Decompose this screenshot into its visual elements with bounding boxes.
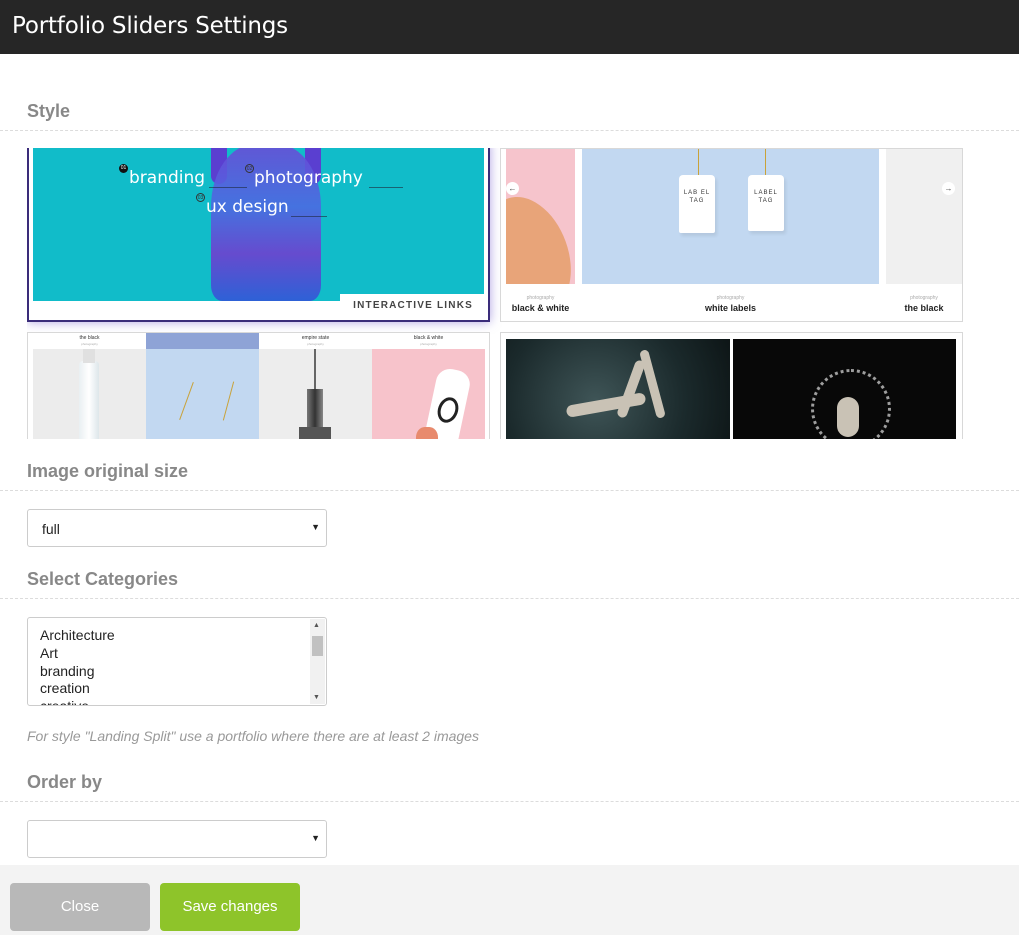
listbox-scrollbar[interactable]: ▲ ▼	[310, 619, 325, 704]
style-option-carousel[interactable]: LAB EL TAG LABEL TAG ← → photography bla…	[500, 148, 963, 322]
hand-graphic	[416, 427, 438, 439]
link-label-ux-design: ux design	[206, 197, 289, 217]
caption-title: white labels	[704, 303, 757, 313]
caption-title: the black	[904, 303, 944, 313]
arm-graphic	[506, 184, 575, 284]
slide-caption: photography the black	[886, 295, 962, 313]
column-image	[146, 333, 259, 439]
link-label-photography: photography	[254, 168, 363, 188]
category-option[interactable]: Architecture	[40, 627, 115, 643]
split-image-left	[506, 339, 730, 439]
order-by-section-title: Order by	[27, 772, 103, 792]
column-subtitle: photography	[307, 342, 324, 346]
column-subtitle: photography	[81, 342, 98, 346]
category-option[interactable]: creation	[40, 680, 90, 696]
category-option[interactable]: branding	[40, 663, 95, 679]
link-number: 02	[245, 164, 254, 173]
caption-category: photography	[526, 295, 555, 301]
column-subtitle: photography	[420, 342, 437, 346]
categories-section-title: Select Categories	[27, 569, 179, 589]
order-by-select[interactable]: ▼	[27, 820, 327, 858]
dancer-leg-graphic	[639, 349, 666, 419]
chevron-down-icon: ▼	[311, 833, 320, 843]
dancer-leg-graphic	[616, 359, 646, 419]
link-underline	[369, 187, 403, 188]
column-title: the black	[79, 335, 100, 341]
column-image	[372, 349, 485, 439]
scroll-up-icon[interactable]: ▲	[313, 622, 320, 629]
modal-title: Portfolio Sliders Settings	[12, 13, 288, 39]
caption-category: photography	[910, 295, 938, 301]
link-number: 01	[119, 164, 128, 173]
thumbnail-image: 01 branding 02 photography 03 ux design	[33, 148, 484, 301]
carousel-next-icon: →	[942, 182, 955, 195]
image-size-select[interactable]: full ▼	[27, 509, 327, 547]
slide-image-blue: LAB EL TAG LABEL TAG	[582, 149, 879, 284]
style-grid: 01 branding 02 photography 03 ux design …	[27, 148, 963, 439]
style-option-landing-split[interactable]	[500, 332, 963, 439]
style-option-grid[interactable]: the black photography empire state photo…	[27, 332, 490, 439]
slide-caption: photography white labels	[582, 295, 879, 313]
tag-string	[698, 149, 699, 177]
link-number: 03	[196, 193, 205, 202]
caption-category: photography	[716, 295, 745, 301]
scrollbar-thumb[interactable]	[312, 636, 323, 656]
link-underline	[209, 187, 247, 188]
column-image	[33, 349, 146, 439]
grid-column	[146, 333, 259, 439]
category-option[interactable]: Art	[40, 645, 58, 661]
tag-string	[222, 381, 235, 421]
save-changes-button[interactable]: Save changes	[160, 883, 300, 931]
column-header-bar	[146, 333, 259, 349]
category-option[interactable]: creative	[40, 698, 89, 705]
link-label-branding: branding	[129, 168, 206, 188]
divider	[0, 598, 1019, 599]
divider	[0, 130, 1019, 131]
divider	[0, 801, 1019, 802]
chevron-down-icon: ▼	[311, 522, 320, 532]
grid-column: the black photography	[33, 333, 146, 439]
dancer-graphic	[837, 397, 859, 437]
bottle-graphic	[79, 361, 99, 439]
column-image	[259, 349, 372, 439]
image-size-value: full	[42, 521, 60, 537]
modal-footer: Close Save changes	[0, 865, 1019, 935]
spire-graphic	[314, 349, 316, 389]
categories-hint: For style "Landing Split" use a portfoli…	[27, 728, 479, 744]
column-title: black & white	[413, 335, 444, 341]
bottle-cap-graphic	[83, 349, 95, 363]
caption-title: black & white	[511, 303, 570, 313]
slide-caption: photography black & white	[506, 295, 575, 313]
building-base-graphic	[299, 427, 331, 439]
divider	[0, 490, 1019, 491]
dancer-graphic	[565, 392, 647, 418]
column-title: empire state	[301, 335, 330, 341]
slide-image-grey	[886, 149, 962, 284]
style-option-interactive-links[interactable]: 01 branding 02 photography 03 ux design …	[27, 148, 490, 322]
label-tag: LABEL TAG	[748, 175, 784, 231]
split-image-right	[733, 339, 956, 439]
tag-string	[179, 382, 194, 420]
link-underline	[291, 216, 327, 217]
scroll-down-icon[interactable]: ▼	[313, 694, 320, 701]
categories-multiselect[interactable]: Architecture Art branding creation creat…	[27, 617, 327, 706]
style-section-title: Style	[27, 101, 71, 121]
style-badge: INTERACTIVE LINKS	[340, 294, 486, 316]
image-size-section-title: Image original size	[27, 461, 189, 481]
modal-titlebar: Portfolio Sliders Settings	[0, 0, 1019, 54]
grid-column: black & white photography	[372, 333, 485, 439]
tag-string	[765, 149, 766, 177]
grid-column: empire state photography	[259, 333, 372, 439]
label-tag: LAB EL TAG	[679, 175, 715, 233]
slide-image-pink	[506, 149, 575, 284]
carousel-prev-icon: ←	[506, 182, 519, 195]
close-button[interactable]: Close	[10, 883, 150, 931]
